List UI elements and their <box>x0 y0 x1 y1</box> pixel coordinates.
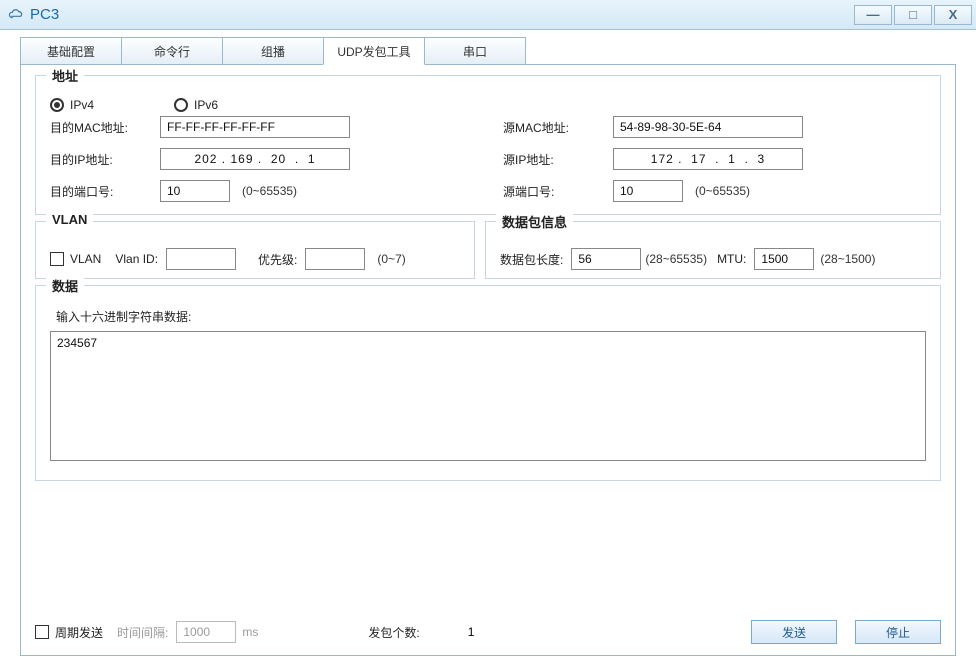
maximize-button[interactable]: □ <box>894 5 932 25</box>
vlan-checkbox[interactable]: VLAN <box>50 252 101 266</box>
checkbox-label: 周期发送 <box>55 624 103 641</box>
group-payload: 数据 输入十六进制字符串数据: <box>35 285 941 481</box>
src-ip-input[interactable] <box>613 148 803 170</box>
count-label: 发包个数: <box>368 624 419 641</box>
group-legend: 数据包信息 <box>496 212 573 231</box>
tabstrip: 基础配置 命令行 组播 UDP发包工具 串口 <box>20 36 970 64</box>
mtu-input[interactable] <box>754 248 814 270</box>
app-icon <box>8 7 24 23</box>
group-packet-info: 数据包信息 数据包长度: (28~65535) MTU: (28~1500) <box>485 221 941 279</box>
periodic-send-checkbox[interactable]: 周期发送 <box>35 624 103 641</box>
dst-mac-label: 目的MAC地址: <box>50 119 160 136</box>
minimize-button[interactable]: — <box>854 5 892 25</box>
group-legend: 地址 <box>46 66 84 85</box>
send-button[interactable]: 发送 <box>751 620 837 644</box>
checkbox-box-icon <box>35 625 49 639</box>
group-address: 地址 IPv4 IPv6 目的MAC地址: <box>35 75 941 215</box>
vlan-id-label: Vlan ID: <box>115 252 158 266</box>
packet-length-input[interactable] <box>571 248 641 270</box>
src-mac-label: 源MAC地址: <box>503 119 613 136</box>
tab-basic-config[interactable]: 基础配置 <box>20 37 122 65</box>
radio-dot-icon <box>174 98 188 112</box>
titlebar: PC3 — □ X <box>0 0 976 30</box>
tab-label: 组播 <box>261 43 285 60</box>
radio-ipv4[interactable]: IPv4 <box>50 98 94 112</box>
interval-input <box>176 621 236 643</box>
tab-label: UDP发包工具 <box>337 43 410 60</box>
dst-ip-label: 目的IP地址: <box>50 151 160 168</box>
src-port-input[interactable] <box>613 180 683 202</box>
count-value: 1 <box>468 625 475 639</box>
mtu-hint: (28~1500) <box>820 252 875 266</box>
vlan-priority-input[interactable] <box>305 248 365 270</box>
group-vlan: VLAN VLAN Vlan ID: 优先级: (0~7) <box>35 221 475 279</box>
hex-data-textarea[interactable] <box>50 331 926 461</box>
interval-unit: ms <box>242 625 258 639</box>
packet-length-hint: (28~65535) <box>645 252 707 266</box>
checkbox-label: VLAN <box>70 252 101 266</box>
button-label: 停止 <box>886 624 910 641</box>
port-range-hint: (0~65535) <box>695 184 750 198</box>
group-legend: 数据 <box>46 276 84 295</box>
tab-label: 串口 <box>463 43 487 60</box>
tab-label: 基础配置 <box>47 43 95 60</box>
interval-label: 时间间隔: <box>117 624 168 641</box>
src-ip-label: 源IP地址: <box>503 151 613 168</box>
stop-button[interactable]: 停止 <box>855 620 941 644</box>
window-title: PC3 <box>30 6 852 23</box>
vlan-id-input[interactable] <box>166 248 236 270</box>
close-button[interactable]: X <box>934 5 972 25</box>
tab-cmdline[interactable]: 命令行 <box>121 37 223 65</box>
tab-content: 地址 IPv4 IPv6 目的MAC地址: <box>20 64 956 656</box>
radio-ipv6[interactable]: IPv6 <box>174 98 218 112</box>
tab-multicast[interactable]: 组播 <box>222 37 324 65</box>
dst-port-input[interactable] <box>160 180 230 202</box>
tab-label: 命令行 <box>154 43 190 60</box>
radio-label: IPv4 <box>70 98 94 112</box>
tab-serial[interactable]: 串口 <box>424 37 526 65</box>
group-legend: VLAN <box>46 212 93 227</box>
footer-bar: 周期发送 时间间隔: ms 发包个数: 1 发送 停止 <box>35 617 941 647</box>
src-port-label: 源端口号: <box>503 183 613 200</box>
radio-label: IPv6 <box>194 98 218 112</box>
port-range-hint: (0~65535) <box>242 184 297 198</box>
dst-ip-input[interactable] <box>160 148 350 170</box>
vlan-priority-label: 优先级: <box>258 251 297 268</box>
vlan-priority-hint: (0~7) <box>377 252 405 266</box>
mtu-label: MTU: <box>717 252 746 266</box>
hex-input-label: 输入十六进制字符串数据: <box>56 308 926 325</box>
checkbox-box-icon <box>50 252 64 266</box>
button-label: 发送 <box>782 624 806 641</box>
tab-udp-packet-tool[interactable]: UDP发包工具 <box>323 37 425 65</box>
app-body: 基础配置 命令行 组播 UDP发包工具 串口 地址 IPv4 IPv6 <box>0 30 976 666</box>
dst-port-label: 目的端口号: <box>50 183 160 200</box>
radio-dot-icon <box>50 98 64 112</box>
src-mac-input[interactable] <box>613 116 803 138</box>
packet-length-label: 数据包长度: <box>500 251 563 268</box>
dst-mac-input[interactable] <box>160 116 350 138</box>
